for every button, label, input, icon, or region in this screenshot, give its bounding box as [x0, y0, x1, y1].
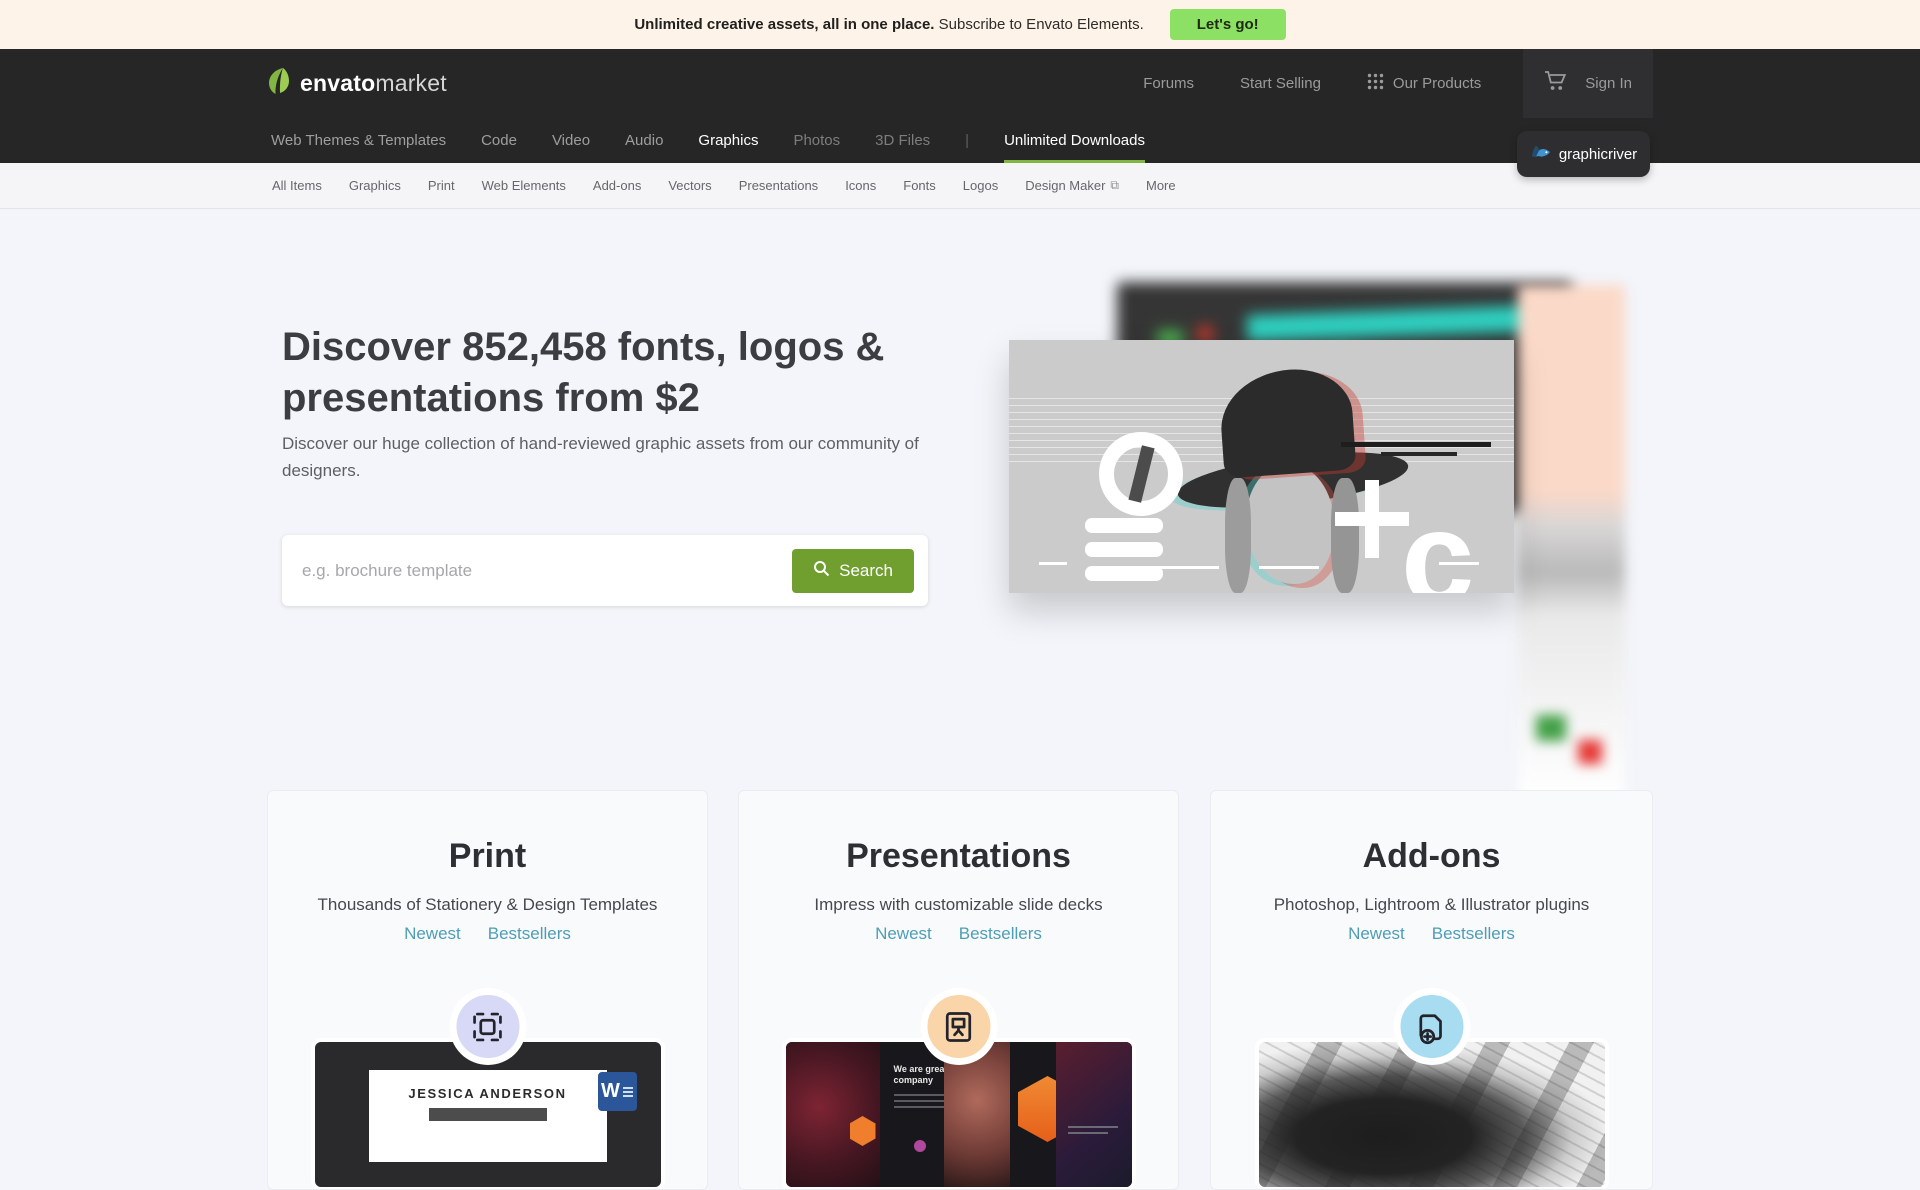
search-icon — [813, 560, 830, 582]
add-ons-bestsellers-link[interactable]: Bestsellers — [1432, 924, 1515, 944]
business-card-name: JESSICA ANDERSON — [408, 1086, 566, 1101]
subnav-design-maker[interactable]: Design Maker ⧉ — [1025, 178, 1119, 193]
glitch-bars-glyph — [1085, 518, 1163, 581]
presentation-icon — [920, 988, 997, 1065]
subnav-presentations[interactable]: Presentations — [739, 178, 819, 193]
subnav-web-elements[interactable]: Web Elements — [482, 178, 566, 193]
subnav-fonts[interactable]: Fonts — [903, 178, 936, 193]
add-ons-card-subtitle: Photoshop, Lightroom & Illustrator plugi… — [1211, 895, 1652, 915]
primary-nav: Web Themes & Templates Code Video Audio … — [271, 118, 1145, 163]
hero-searchbox: Search — [282, 535, 928, 606]
nav-photos[interactable]: Photos — [793, 118, 840, 163]
promo-message: Unlimited creative assets, all in one pl… — [634, 16, 1143, 33]
hero-art-side-card — [1518, 285, 1625, 800]
hero-title: Discover 852,458 fonts, logos & presenta… — [282, 322, 982, 424]
subnav-vectors[interactable]: Vectors — [668, 178, 711, 193]
signin-block: Sign In — [1523, 49, 1653, 118]
external-link-icon: ⧉ — [1110, 178, 1119, 193]
search-button[interactable]: Search — [792, 549, 914, 593]
subnav-logos[interactable]: Logos — [963, 178, 998, 193]
nav-code[interactable]: Code — [481, 118, 517, 163]
header-top-row: envatomarket Forums Start Selling Our Pr… — [267, 49, 1653, 118]
hero-glitch-portrait-image: c — [1009, 340, 1514, 593]
business-card-preview: JESSICA ANDERSON — [369, 1070, 607, 1162]
subnav-icons[interactable]: Icons — [845, 178, 876, 193]
print-newest-link[interactable]: Newest — [404, 924, 461, 944]
nav-web-themes[interactable]: Web Themes & Templates — [271, 118, 446, 163]
category-card-add-ons: Add-ons Photoshop, Lightroom & Illustrat… — [1210, 790, 1653, 1190]
lets-go-button[interactable]: Let's go! — [1170, 9, 1286, 40]
presentations-bestsellers-link[interactable]: Bestsellers — [959, 924, 1042, 944]
subnav-print[interactable]: Print — [428, 178, 455, 193]
print-bestsellers-link[interactable]: Bestsellers — [488, 924, 571, 944]
subnav-all-items[interactable]: All Items — [272, 178, 322, 193]
word-document-icon: W — [598, 1072, 637, 1111]
add-ons-card-title: Add-ons — [1211, 837, 1652, 876]
forums-link[interactable]: Forums — [1143, 75, 1194, 92]
print-card-title: Print — [268, 837, 707, 876]
nav-unlimited-downloads[interactable]: Unlimited Downloads — [1004, 118, 1145, 163]
hero-subtitle: Discover our huge collection of hand-rev… — [282, 430, 962, 484]
presentations-newest-link[interactable]: Newest — [875, 924, 932, 944]
hero-title-line2: presentations from $2 — [282, 373, 982, 424]
presentations-card-title: Presentations — [739, 837, 1178, 876]
subnav-add-ons[interactable]: Add-ons — [593, 178, 641, 193]
start-selling-link[interactable]: Start Selling — [1240, 75, 1321, 92]
category-card-print: Print Thousands of Stationery & Design T… — [267, 790, 708, 1190]
logo-text-envato: envato — [300, 70, 375, 96]
subnav-graphics[interactable]: Graphics — [349, 178, 401, 193]
print-card-subtitle: Thousands of Stationery & Design Templat… — [268, 895, 707, 915]
category-card-presentations: Presentations Impress with customizable … — [738, 790, 1179, 1190]
sign-in-link[interactable]: Sign In — [1585, 75, 1632, 92]
header-links: Forums Start Selling Our Products Sign I… — [1097, 49, 1653, 118]
envato-leaf-icon — [267, 67, 293, 100]
add-document-icon — [1393, 988, 1470, 1065]
nav-3d-files[interactable]: 3D Files — [875, 118, 930, 163]
glitch-ring-glyph — [1099, 432, 1183, 516]
promo-message-sub: Subscribe to Envato Elements. — [939, 16, 1144, 33]
nav-graphics-active[interactable]: Graphics — [698, 118, 758, 163]
search-button-label: Search — [839, 561, 893, 581]
nav-unlimited-label: Unlimited Downloads — [1004, 132, 1145, 149]
grid-icon — [1367, 73, 1384, 94]
design-maker-label: Design Maker — [1025, 178, 1105, 193]
nav-video[interactable]: Video — [552, 118, 590, 163]
search-input[interactable] — [282, 535, 792, 606]
promo-banner: Unlimited creative assets, all in one pl… — [0, 0, 1920, 49]
subnav-more[interactable]: More — [1146, 178, 1176, 193]
presentations-card-subtitle: Impress with customizable slide decks — [739, 895, 1178, 915]
add-ons-newest-link[interactable]: Newest — [1348, 924, 1405, 944]
artboard-icon — [449, 988, 526, 1065]
hero-title-line1: Discover 852,458 fonts, logos & — [282, 322, 982, 373]
envato-market-logo[interactable]: envatomarket — [267, 67, 447, 100]
graphicriver-badge[interactable]: graphicriver — [1517, 131, 1650, 177]
graphicriver-label: graphicriver — [1559, 146, 1637, 163]
promo-message-bold: Unlimited creative assets, all in one pl… — [634, 16, 934, 33]
our-products-label: Our Products — [1393, 75, 1481, 92]
logo-text-market: market — [375, 70, 447, 96]
our-products-link[interactable]: Our Products — [1367, 73, 1481, 94]
cart-icon[interactable] — [1544, 70, 1568, 97]
nav-audio[interactable]: Audio — [625, 118, 663, 163]
graphicriver-fish-icon — [1530, 144, 1552, 164]
nav-separator: | — [965, 118, 969, 163]
